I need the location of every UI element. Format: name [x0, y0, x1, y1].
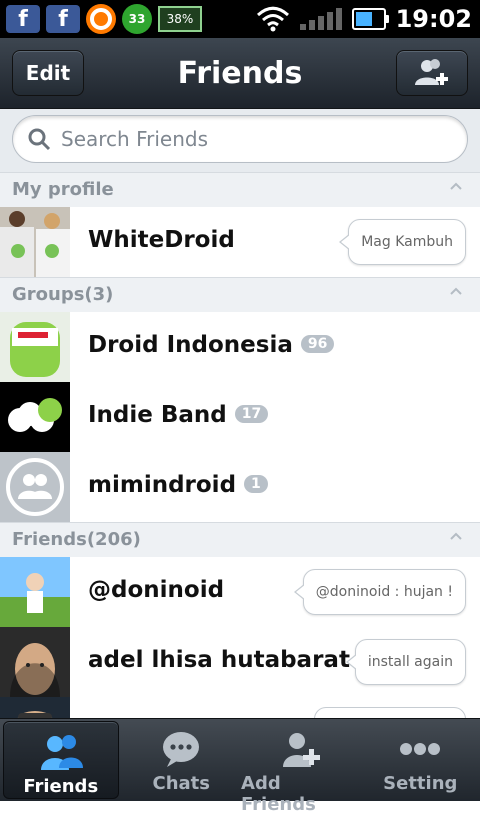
tab-label: Add Friends [241, 773, 316, 815]
status-bubble: install again [345, 639, 466, 685]
avatar [0, 627, 70, 697]
signal-icon [299, 8, 342, 30]
section-friends[interactable]: Friends(206) [0, 522, 480, 558]
avatar [0, 207, 70, 277]
section-title: My profile [12, 179, 114, 200]
chevron-up-icon [450, 532, 462, 540]
tab-add-friends[interactable]: Add Friends [241, 719, 361, 815]
search-bar [0, 109, 480, 178]
profile-name: WhiteDroid [88, 227, 235, 253]
group-row[interactable]: Droid Indonesia 96 [0, 312, 480, 383]
avatar [0, 557, 70, 627]
battery-small-icon: 38% [158, 6, 202, 32]
status-bar: f f 33 38% 19:02 [0, 0, 480, 38]
status-bubble: @doninoid : hujan ! [293, 569, 466, 615]
tab-friends[interactable]: Friends [3, 721, 119, 799]
status-time: 19:02 [395, 5, 472, 33]
notification-icons: f f 33 38% [6, 4, 202, 34]
member-count-badge: 17 [234, 404, 269, 423]
member-count-badge: 96 [300, 334, 335, 353]
chevron-up-icon [450, 182, 462, 190]
search-box[interactable] [12, 115, 468, 163]
section-my-profile[interactable]: My profile [0, 172, 480, 208]
search-input[interactable] [59, 126, 443, 152]
tab-setting[interactable]: Setting [361, 719, 480, 801]
orange-ring-icon [86, 4, 116, 34]
add-friend-icon [282, 733, 320, 767]
group-avatar [0, 312, 70, 382]
wifi-icon [256, 6, 289, 32]
status-bubble: Mag Kambuh [339, 219, 466, 265]
section-title: Groups(3) [12, 284, 114, 305]
friend-name: @doninoid [88, 577, 225, 603]
status-bubble [314, 707, 466, 718]
tab-label: Friends [23, 776, 99, 797]
tab-label: Setting [383, 773, 458, 794]
add-friend-button[interactable] [396, 50, 468, 96]
facebook-icon: f [46, 5, 80, 33]
search-icon [28, 128, 51, 151]
header: Edit Friends [0, 38, 480, 109]
facebook-icon: f [6, 5, 40, 33]
section-title: Friends(206) [12, 529, 141, 550]
battery-icon [351, 8, 389, 30]
green-counter-icon: 33 [122, 4, 152, 34]
section-groups[interactable]: Groups(3) [0, 277, 480, 313]
group-name: Droid Indonesia 96 [88, 332, 335, 358]
avatar [0, 697, 70, 718]
tab-chats[interactable]: Chats [122, 719, 242, 801]
chat-bubble-icon [163, 732, 200, 767]
tab-label: Chats [152, 773, 211, 794]
system-icons: 19:02 [256, 4, 472, 34]
group-row[interactable]: mimindroid 1 [0, 452, 480, 523]
group-avatar [0, 382, 70, 452]
bottom-tab-bar: Friends Chats Add Friends Setting [0, 718, 480, 815]
group-avatar [0, 452, 70, 522]
more-dots-icon [400, 743, 441, 755]
friend-row-partial[interactable] [0, 697, 480, 718]
profile-row[interactable]: WhiteDroid Mag Kambuh [0, 207, 480, 278]
chevron-up-icon [450, 287, 462, 295]
friend-name: adel lhisa hutabarat [88, 647, 350, 673]
group-name: Indie Band 17 [88, 402, 269, 428]
friend-row[interactable]: @doninoid @doninoid : hujan ! [0, 557, 480, 628]
group-name: mimindroid 1 [88, 472, 268, 498]
friends-icon [40, 735, 83, 770]
member-count-badge: 1 [244, 474, 268, 493]
friend-row[interactable]: adel lhisa hutabarat install again [0, 627, 480, 698]
add-friend-icon [415, 59, 448, 85]
group-row[interactable]: Indie Band 17 [0, 382, 480, 453]
